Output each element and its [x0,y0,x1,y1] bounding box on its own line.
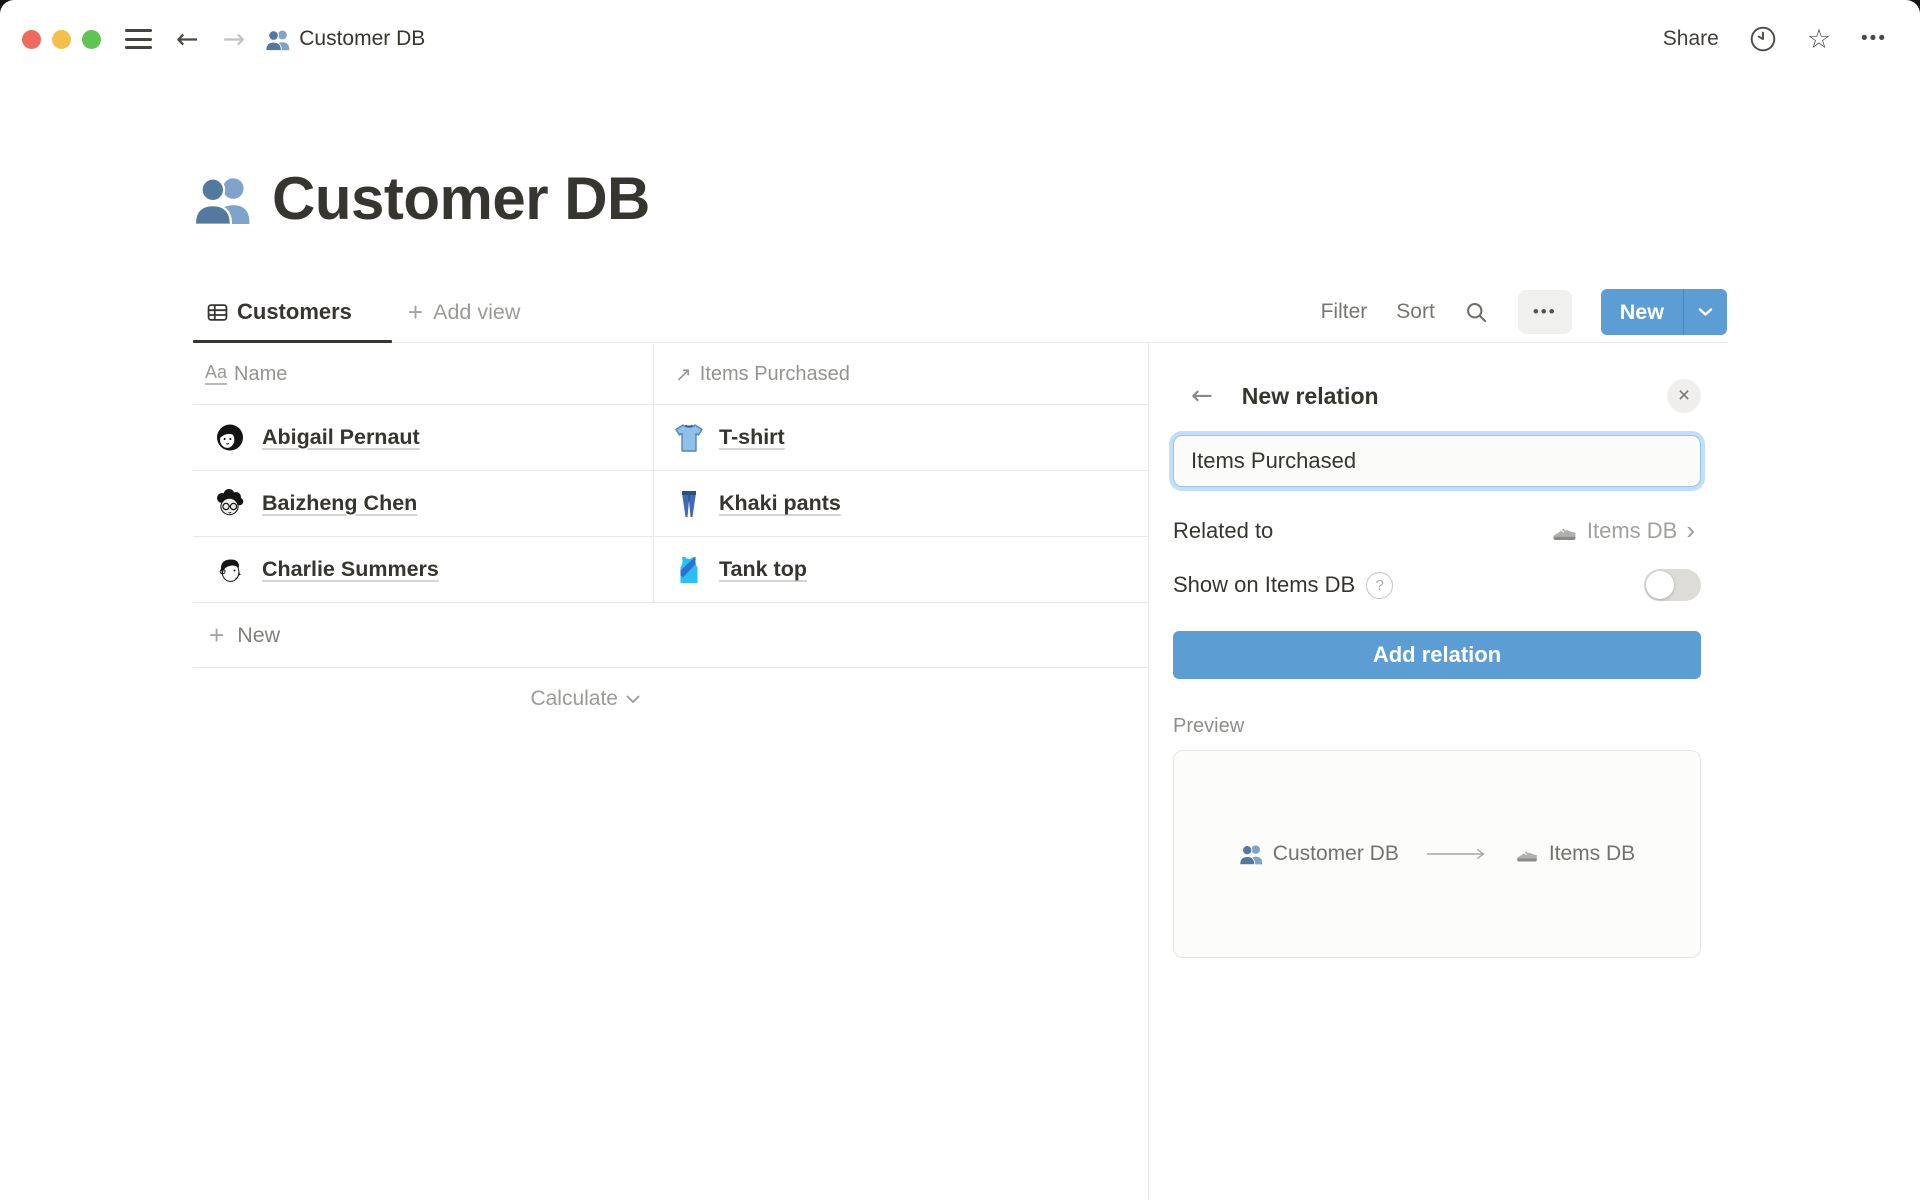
panel-close-icon[interactable]: × [1667,379,1701,413]
man-curly-glasses-avatar [214,488,246,520]
sidebar-menu-icon[interactable] [125,29,152,49]
calculate-button[interactable]: Calculate [193,668,654,730]
window-titlebar: ← → Customer DB Share ☆ ••• [0,0,1920,78]
new-button[interactable]: New [1601,289,1683,335]
preview-source-label: Customer DB [1273,842,1399,866]
jeans-icon [673,488,705,520]
add-relation-button[interactable]: Add relation [1173,631,1701,679]
relation-link[interactable]: Tank top [719,557,807,582]
related-to-select[interactable]: Items DB › [1551,517,1701,546]
calculate-label: Calculate [530,687,618,711]
plus-icon: + [209,622,224,648]
updates-clock-icon[interactable] [1749,25,1777,53]
name-cell[interactable]: Abigail Pernaut [193,405,654,470]
forward-icon[interactable]: → [223,26,246,53]
more-options-icon[interactable]: ••• [1861,28,1887,50]
relation-cell[interactable]: Khaki pants [654,471,1148,536]
page-title: Customer DB [193,164,650,233]
sort-button[interactable]: Sort [1396,300,1435,324]
show-on-toggle[interactable] [1644,569,1701,601]
page-link[interactable]: Baizheng Chen [262,491,417,516]
tank-top-icon [673,554,705,586]
people-icon [265,27,290,52]
add-view-button[interactable]: + Add view [408,299,520,325]
column-label: Name [234,363,287,386]
notion-window: ← → Customer DB Share ☆ ••• Customer DB [0,0,1920,1200]
new-dropdown-chevron-icon[interactable] [1683,289,1727,335]
column-label: Items Purchased [700,363,850,386]
relation-link[interactable]: Khaki pants [719,491,841,516]
database-table: Aa Name ↗ Items Purchased [193,344,1148,730]
tab-customers[interactable]: Customers [193,282,392,342]
help-question-icon[interactable]: ? [1366,572,1393,599]
man-profile-avatar [214,554,246,586]
share-button[interactable]: Share [1663,27,1719,51]
woman-bob-avatar [214,422,246,454]
page-link[interactable]: Abigail Pernaut [262,425,420,450]
new-row-button[interactable]: + New [193,603,1148,668]
plus-icon: + [408,299,423,325]
relation-property-icon: ↗ [675,362,692,386]
name-cell[interactable]: Baizheng Chen [193,471,654,536]
related-to-row: Related to Items DB › [1173,513,1701,549]
relation-name-input[interactable] [1173,435,1701,487]
filter-button[interactable]: Filter [1321,300,1368,324]
add-view-label: Add view [433,300,520,325]
favorite-star-icon[interactable]: ☆ [1807,26,1831,53]
new-relation-panel: ← New relation × Related to Items DB › S… [1148,343,1920,1200]
preview-target-label: Items DB [1549,842,1635,866]
chevron-down-icon [626,695,640,704]
minimize-window-button[interactable] [52,30,71,49]
breadcrumb-title: Customer DB [299,27,425,51]
t-shirt-icon [673,422,705,454]
page-title-text[interactable]: Customer DB [272,164,650,233]
new-split-button: New [1601,289,1727,335]
view-more-options-icon[interactable]: ••• [1518,290,1572,334]
sneaker-icon [1515,842,1539,866]
relation-cell[interactable]: Tank top [654,537,1148,602]
people-icon[interactable] [193,170,251,228]
table-row: Abigail Pernaut T-shirt [193,405,1148,471]
preview-label: Preview [1173,715,1701,738]
title-property-icon: Aa [205,363,227,386]
panel-title: New relation [1242,383,1379,410]
name-cell[interactable]: Charlie Summers [193,537,654,602]
panel-back-icon[interactable]: ← [1191,383,1213,409]
chevron-right-icon: › [1686,517,1695,546]
show-on-label: Show on Items DB [1173,572,1355,598]
relation-cell[interactable]: T-shirt [654,405,1148,470]
relation-link[interactable]: T-shirt [719,425,785,450]
tab-label: Customers [237,299,352,325]
relation-preview-box: Customer DB Items DB [1173,750,1701,958]
zoom-window-button[interactable] [82,30,101,49]
table-view-icon [207,302,228,323]
long-right-arrow-icon [1426,847,1488,861]
breadcrumb[interactable]: Customer DB [265,27,425,52]
search-icon[interactable] [1464,300,1489,325]
column-header-items-purchased[interactable]: ↗ Items Purchased [654,344,1148,404]
sneaker-icon [1551,518,1578,545]
view-toolbar: Customers + Add view Filter Sort ••• New [193,282,1727,343]
traffic-lights [22,30,101,49]
back-icon[interactable]: ← [176,26,199,53]
related-to-value: Items DB [1587,518,1677,544]
show-on-row: Show on Items DB ? [1173,567,1701,603]
column-header-name[interactable]: Aa Name [193,344,654,404]
related-to-label: Related to [1173,518,1273,544]
table-row: Baizheng Chen Khaki pants [193,471,1148,537]
people-icon [1239,842,1263,866]
close-window-button[interactable] [22,30,41,49]
new-row-label: New [237,623,280,648]
table-header-row: Aa Name ↗ Items Purchased [193,344,1148,405]
table-row: Charlie Summers Tank top [193,537,1148,603]
page-link[interactable]: Charlie Summers [262,557,439,582]
